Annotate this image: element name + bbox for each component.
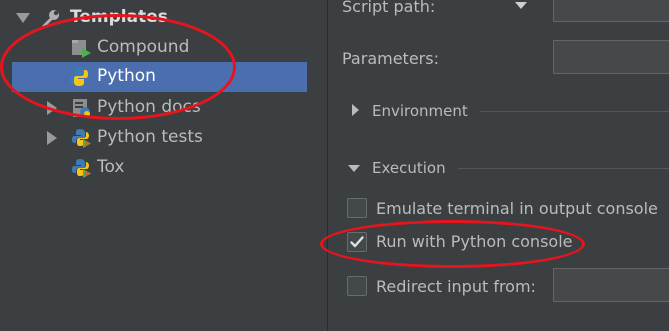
- redirect-input-label[interactable]: Redirect input from:: [376, 277, 536, 296]
- tree-item-python-tests[interactable]: Python tests: [0, 123, 307, 153]
- parameters-label: Parameters:: [342, 49, 439, 68]
- expand-arrow-icon[interactable]: [47, 101, 57, 115]
- python-docs-icon: [73, 99, 90, 117]
- tree-item-python[interactable]: Python: [12, 62, 307, 92]
- redirect-input-field[interactable]: [553, 268, 669, 302]
- redirect-input-checkbox[interactable]: [347, 276, 367, 296]
- python-tests-icon: [72, 129, 91, 148]
- environment-section-label: Environment: [372, 102, 468, 120]
- tree-item-label: Python: [97, 66, 156, 86]
- tree-item-templates[interactable]: Templates: [0, 3, 307, 33]
- expand-arrow-icon[interactable]: [16, 13, 30, 23]
- emulate-terminal-checkbox[interactable]: [347, 198, 367, 218]
- execution-section-label: Execution: [372, 159, 446, 177]
- checkmark-icon: [350, 236, 364, 248]
- tree-item-label: Tox: [97, 157, 125, 177]
- run-python-console-label[interactable]: Run with Python console: [376, 232, 572, 251]
- tree-item-compound[interactable]: Compound: [0, 33, 307, 63]
- section-divider: [480, 111, 669, 112]
- wrench-icon: [42, 10, 59, 28]
- expanded-arrow-icon: [348, 165, 360, 172]
- expand-arrow-icon[interactable]: [47, 131, 57, 145]
- script-path-label: Script path:: [342, 0, 436, 16]
- dropdown-arrow-icon[interactable]: [514, 0, 528, 10]
- script-path-input[interactable]: [553, 0, 669, 22]
- templates-tree: Templates Compound Python Python docs Py…: [0, 0, 307, 331]
- tree-item-label: Python tests: [97, 127, 203, 147]
- tree-item-label: Compound: [97, 37, 190, 57]
- tree-item-tox[interactable]: Tox: [0, 153, 307, 183]
- emulate-terminal-label[interactable]: Emulate terminal in output console: [376, 199, 658, 218]
- tree-item-label: Templates: [70, 7, 168, 27]
- python-icon: [70, 68, 88, 86]
- compound-run-icon: [72, 40, 91, 58]
- section-divider: [458, 168, 669, 169]
- parameters-input[interactable]: [553, 40, 669, 74]
- collapsed-arrow-icon: [352, 104, 359, 116]
- tree-item-python-docs[interactable]: Python docs: [0, 93, 307, 123]
- run-config-form: Script path: Parameters: Environment Exe…: [320, 0, 669, 331]
- tox-icon: [72, 159, 91, 178]
- tree-item-label: Python docs: [97, 97, 201, 117]
- run-python-console-checkbox[interactable]: [347, 232, 367, 252]
